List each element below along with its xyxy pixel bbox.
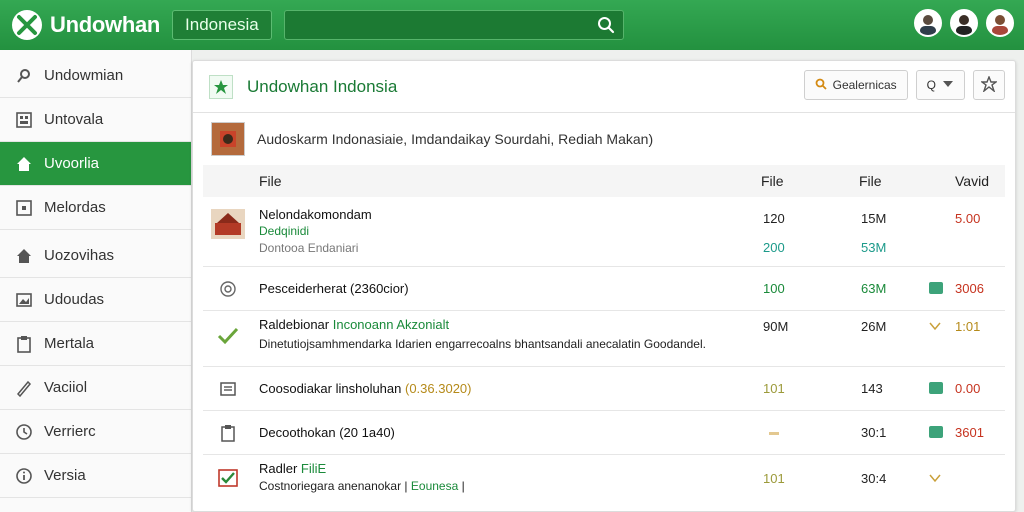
column-header[interactable]: Vavid (955, 173, 989, 189)
filter-dropdown[interactable]: Q (915, 70, 965, 100)
clock-icon (14, 422, 34, 442)
emblem-icon (211, 122, 245, 156)
sidebar-item-uozovihas[interactable]: Uozovihas (0, 234, 191, 278)
chevron-down-icon[interactable] (929, 319, 941, 334)
sidebar-item-uvoorlia[interactable]: Uvoorlia (0, 142, 191, 186)
clipboard-icon (211, 416, 245, 450)
context-text: Audoskarm Indonasiaie, Imdandaikay Sourd… (257, 131, 654, 147)
square-icon (14, 198, 34, 218)
sidebar-item-melordas[interactable]: Melordas (0, 186, 191, 230)
dash-marker (769, 432, 779, 435)
checkbox-icon (211, 461, 245, 495)
region-selector[interactable]: Indonesia (172, 10, 272, 40)
home-icon (14, 154, 34, 174)
chevron-down-icon (942, 78, 954, 92)
column-header[interactable]: File (259, 173, 282, 189)
sidebar-item-untovala[interactable]: Untovala (0, 98, 191, 142)
star-button[interactable] (973, 70, 1005, 100)
page-title: Undowhan Indonsia (247, 76, 398, 96)
status-icon (929, 426, 943, 438)
chevron-down-icon[interactable] (929, 471, 941, 486)
spiral-icon (211, 272, 245, 306)
avatar[interactable] (914, 9, 942, 37)
logo[interactable]: Undowhan (12, 10, 160, 40)
sidebar-item-vaciiol[interactable]: Vaciiol (0, 366, 191, 410)
clipboard-icon (14, 334, 34, 354)
column-header[interactable]: File (859, 173, 882, 189)
status-icon (929, 282, 943, 294)
check-leaf-icon (211, 319, 245, 353)
grid-icon (14, 110, 34, 130)
image-icon (14, 290, 34, 310)
table-row[interactable]: Nelondakomondam Dedqinidi Dontooa Endani… (203, 197, 1005, 267)
logo-leaf-icon (12, 10, 42, 40)
header-actions: Gealernicas Q (803, 70, 1005, 100)
top-bar: Undowhan Indonesia (0, 0, 1024, 50)
table-header: File File File Vavid (203, 165, 1005, 197)
search-icon (815, 78, 827, 93)
table-row[interactable]: Coosodiakar linsholuhan (0.36.3020) 101 … (203, 367, 1005, 411)
context-line: Audoskarm Indonasiaie, Imdandaikay Sourd… (193, 113, 1015, 165)
pencil-icon (14, 378, 34, 398)
column-header[interactable]: File (761, 173, 784, 189)
app-name: Undowhan (50, 12, 161, 37)
sidebar-item-udoudas[interactable]: Udoudas (0, 278, 191, 322)
table-row[interactable]: Pesceiderherat (2360cior) 100 63M 3006 (203, 267, 1005, 311)
sidebar: Undowmian Untovala Uvoorlia Melordas Uoz… (0, 50, 192, 512)
sidebar-item-versia[interactable]: Versia (0, 454, 191, 498)
sidebar-item-mertala[interactable]: Mertala (0, 322, 191, 366)
card-header: Undowhan Indonsia Gealernicas Q (193, 61, 1015, 113)
user-avatars (914, 9, 1014, 37)
star-icon (979, 74, 999, 95)
avatar[interactable] (986, 9, 1014, 37)
document-icon (211, 372, 245, 406)
temple-thumbnail-icon (211, 207, 245, 241)
leaf-icon (209, 74, 233, 99)
search-icon[interactable] (597, 16, 615, 39)
house-icon (14, 246, 34, 266)
table-row[interactable]: Raldebionar Inconoann Akzonialt Dinetuti… (203, 311, 1005, 367)
status-icon (929, 382, 943, 394)
main-card: Undowhan Indonsia Gealernicas Q Audoskar… (192, 60, 1016, 512)
search-button[interactable]: Gealernicas (803, 70, 908, 100)
search-input[interactable] (284, 11, 623, 39)
pin-icon (14, 66, 34, 86)
avatar[interactable] (950, 9, 978, 37)
table-row[interactable]: Decoothokan (20 1a40) 30:1 3601 (203, 411, 1005, 455)
table-row[interactable]: Radler FiliE Costnoriegara anenanokar | … (203, 455, 1005, 501)
info-icon (14, 466, 34, 486)
sidebar-item-undowmian[interactable]: Undowmian (0, 54, 191, 98)
search-box (283, 10, 624, 40)
sidebar-item-verrierc[interactable]: Verrierc (0, 410, 191, 454)
